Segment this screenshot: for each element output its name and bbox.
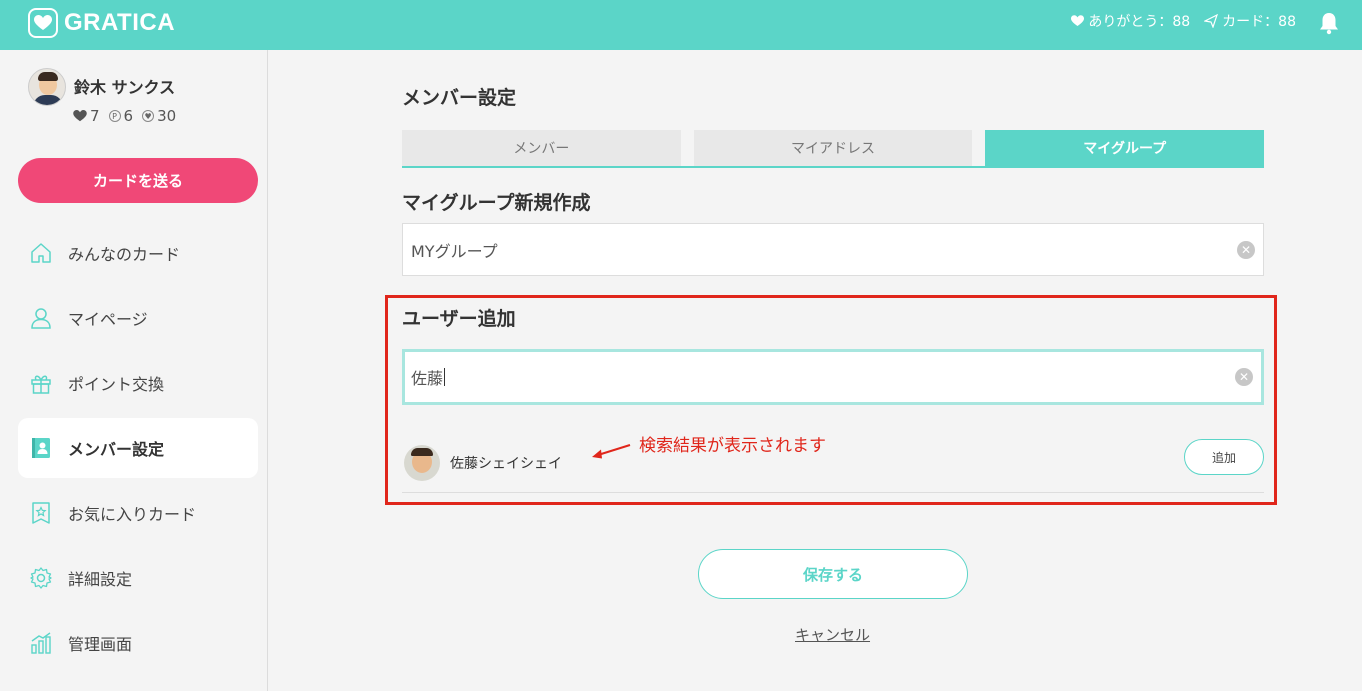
heart-icon	[73, 110, 87, 122]
sidebar-item-label: メンバー設定	[68, 440, 165, 459]
chart-icon	[28, 630, 54, 656]
main-content: メンバー設定 メンバー マイアドレス マイグループ マイグループ新規作成 MYグ…	[268, 50, 1362, 691]
page-title: メンバー設定	[402, 87, 517, 109]
avatar	[404, 444, 440, 481]
card-stat: カード：88	[1204, 11, 1296, 31]
tab-my-group[interactable]: マイグループ	[985, 130, 1265, 166]
heart-count: 7	[73, 107, 100, 125]
gear-icon	[28, 565, 54, 591]
settings-tabs: メンバー マイアドレス マイグループ	[402, 130, 1265, 168]
sidebar-item-label: 詳細設定	[68, 570, 133, 589]
sidebar-item-everyone-cards[interactable]: みんなのカード	[18, 223, 258, 283]
home-icon	[28, 240, 54, 266]
sidebar-item-member-settings[interactable]: メンバー設定	[18, 418, 258, 478]
user-search-value: 佐藤	[411, 369, 444, 388]
thanks-label: ありがとう：88	[1088, 14, 1191, 30]
header-stats: ありがとう：88 カード：88	[1071, 11, 1296, 31]
group-create-title: マイグループ新規作成	[402, 192, 591, 214]
profile-counts: 7 P 6 ♥ 30	[73, 107, 176, 125]
annotation-text: 検索結果が表示されます	[639, 436, 826, 456]
add-user-button[interactable]: 追加	[1184, 439, 1264, 475]
sidebar-item-mypage[interactable]: マイページ	[18, 288, 258, 348]
group-name-input[interactable]: MYグループ ✕	[402, 223, 1264, 276]
user-icon	[28, 305, 54, 331]
search-result-row: 佐藤シェイシェイ 追加	[402, 433, 1264, 493]
tab-members[interactable]: メンバー	[402, 130, 681, 166]
send-card-button[interactable]: カードを送る	[18, 158, 258, 203]
cancel-link[interactable]: キャンセル	[795, 624, 870, 645]
logo-text: GRATICA	[64, 9, 176, 36]
heart-logo-icon	[28, 8, 58, 38]
point-count: P 6	[108, 107, 134, 125]
bell-icon[interactable]	[1316, 10, 1342, 36]
heart-icon	[1071, 15, 1085, 27]
logo[interactable]: GRATICA	[28, 8, 175, 38]
member-card-icon	[28, 435, 54, 461]
sidebar: 鈴木 サンクス 7 P 6 ♥ 30 カードを送る みんなのカード マイページ	[0, 50, 268, 691]
point-count-value: 6	[123, 107, 134, 125]
point-icon: P	[108, 110, 121, 122]
sidebar-item-label: ポイント交換	[68, 375, 165, 394]
clear-icon[interactable]: ✕	[1237, 240, 1255, 259]
clear-icon[interactable]: ✕	[1235, 368, 1253, 386]
group-name-value: MYグループ	[411, 241, 498, 261]
heart-count-value: 7	[90, 107, 100, 125]
sidebar-item-detail-settings[interactable]: 詳細設定	[18, 548, 258, 608]
profile-info: 鈴木 サンクス	[74, 68, 175, 106]
gift-icon	[28, 370, 54, 396]
card-label: カード：88	[1222, 14, 1296, 30]
bookmark-star-icon	[28, 500, 54, 526]
sidebar-nav: みんなのカード マイページ ポイント交換 メンバー設定 お気に入りカード 詳細設…	[18, 223, 258, 678]
save-button[interactable]: 保存する	[698, 549, 968, 599]
sidebar-item-label: みんなのカード	[68, 245, 181, 264]
avatar	[28, 68, 66, 106]
sidebar-item-label: お気に入りカード	[68, 505, 197, 524]
user-add-title: ユーザー追加	[402, 308, 516, 330]
result-user-name: 佐藤シェイシェイ	[450, 455, 562, 472]
text-cursor	[444, 368, 446, 386]
user-profile[interactable]: 鈴木 サンクス	[28, 68, 175, 106]
badge-count: ♥ 30	[142, 107, 176, 125]
heart-badge-icon: ♥	[142, 110, 155, 122]
sidebar-item-label: 管理画面	[68, 635, 133, 654]
user-search-input[interactable]: 佐藤 ✕	[402, 349, 1264, 405]
app-header: GRATICA ありがとう：88 カード：88	[0, 0, 1362, 50]
paper-plane-icon	[1204, 14, 1219, 28]
profile-name: 鈴木 サンクス	[74, 78, 176, 97]
annotation-arrow-icon	[592, 444, 631, 459]
thanks-stat: ありがとう：88	[1071, 11, 1190, 31]
sidebar-item-favorite-cards[interactable]: お気に入りカード	[18, 483, 258, 543]
sidebar-item-label: マイページ	[68, 310, 148, 329]
badge-count-value: 30	[157, 107, 177, 125]
sidebar-item-admin[interactable]: 管理画面	[18, 613, 258, 673]
sidebar-item-point-exchange[interactable]: ポイント交換	[18, 353, 258, 413]
tab-my-address[interactable]: マイアドレス	[693, 130, 973, 166]
